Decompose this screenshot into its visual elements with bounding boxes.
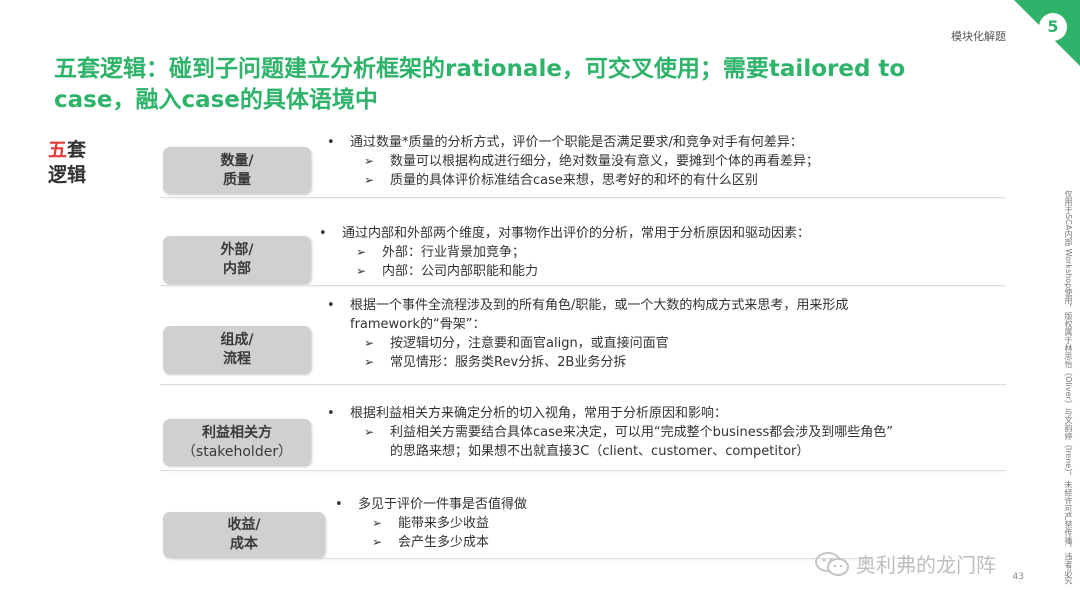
- sub-item: ➢ 按逻辑切分，注意要和面官align，或直接问面官: [322, 334, 848, 353]
- sub-text: 内部：公司内部职能和能力: [382, 264, 539, 279]
- sub-item: ➢ 质量的具体评价标准结合case来想，思考好的和坏的有什么区别: [322, 171, 819, 190]
- label-line: （stakeholder）: [181, 443, 293, 460]
- sub-text: 利益相关方需要结合具体case来决定，可以用“完成整个business都会涉及到…: [390, 425, 894, 440]
- label-box-external-internal: 外部/ 内部: [163, 236, 311, 284]
- bullet-item: • 通过内部和外部两个维度，对事物作出评价的分析，常用于分析原因和驱动因素：: [314, 224, 810, 243]
- sub-item: ➢ 内部：公司内部职能和能力: [314, 262, 810, 281]
- divider-rule: [160, 470, 1006, 471]
- slide-title: 五套逻辑：碰到子问题建立分析框架的rationale，可交叉使用；需要tailo…: [54, 54, 1034, 116]
- divider-rule: [172, 558, 872, 559]
- divider-rule: [160, 384, 1006, 385]
- bullet-text: 根据利益相关方来确定分析的切入视角，常用于分析原因和影响：: [350, 406, 728, 421]
- label-box-stakeholder: 利益相关方 （stakeholder）: [163, 419, 311, 466]
- bullet-dot-icon: •: [327, 135, 335, 150]
- bullet-dot-icon: •: [327, 298, 335, 313]
- sub-text: 按逻辑切分，注意要和面官align，或直接问面官: [390, 336, 669, 351]
- arrow-bullet-icon: ➢: [356, 264, 367, 278]
- bullet-item: • 根据一个事件全流程涉及到的所有角色/职能，或一个大数的构成方式来思考，用来形成: [322, 296, 848, 315]
- arrow-bullet-icon: ➢: [372, 535, 383, 549]
- sub-text: 数量可以根据构成进行细分，绝对数量没有意义，要摊到个体的再看差异；: [390, 154, 820, 169]
- arrow-bullet-icon: ➢: [364, 336, 375, 350]
- title-line-1: 五套逻辑：碰到子问题建立分析框架的rationale，可交叉使用；需要tailo…: [54, 56, 906, 82]
- section-external-internal-text: • 通过内部和外部两个维度，对事物作出评价的分析，常用于分析原因和驱动因素： ➢ 外…: [314, 224, 810, 281]
- label-box-quantity-quality: 数量/ 质量: [163, 147, 311, 194]
- arrow-bullet-icon: ➢: [364, 154, 375, 168]
- side-title-line2: 逻辑: [48, 164, 87, 186]
- label-line: 成本: [230, 536, 258, 552]
- section-composition-process-text: • 根据一个事件全流程涉及到的所有角色/职能，或一个大数的构成方式来思考，用来形成…: [322, 296, 848, 372]
- sub-text: 常见情形：服务类Rev分拆、2B业务分拆: [390, 355, 627, 370]
- title-line-2: case，融入case的具体语境中: [54, 87, 378, 113]
- sub-item: ➢ 利益相关方需要结合具体case来决定，可以用“完成整个business都会涉及…: [322, 423, 893, 442]
- bullet-text: 根据一个事件全流程涉及到的所有角色/职能，或一个大数的构成方式来思考，用来形成: [350, 298, 849, 313]
- sub-item: ➢ 外部：行业背景加竞争；: [314, 243, 810, 262]
- label-box-benefit-cost: 收益/ 成本: [163, 512, 325, 558]
- label-line: 外部/: [220, 242, 254, 258]
- label-line: 质量: [223, 171, 251, 188]
- slide-number: 43: [1012, 572, 1024, 582]
- bullet-text: 通过数量*质量的分析方式，评价一个职能是否满足要求/和竞争对手有何差异：: [350, 135, 803, 150]
- label-line: 数量/: [220, 152, 254, 169]
- sub-text: 能带来多少收益: [398, 516, 490, 531]
- arrow-bullet-icon: ➢: [372, 516, 383, 530]
- copyright-note: 仅用于SCA内部 Workshop使用，版权属于林思怡（Oliver）与文韵婷（…: [1064, 190, 1073, 585]
- bullet-dot-icon: •: [319, 226, 327, 241]
- bullet-text: 通过内部和外部两个维度，对事物作出评价的分析，常用于分析原因和驱动因素：: [342, 226, 811, 241]
- label-line: 组成/: [220, 332, 254, 348]
- sub-item: ➢ 数量可以根据构成进行细分，绝对数量没有意义，要摊到个体的再看差异；: [322, 152, 819, 171]
- bullet-item: • 通过数量*质量的分析方式，评价一个职能是否满足要求/和竞争对手有何差异：: [322, 133, 819, 152]
- section-label: 模块化解题: [951, 30, 1006, 43]
- bullet-item: • 根据利益相关方来确定分析的切入视角，常用于分析原因和影响：: [322, 404, 893, 423]
- watermark-text: 奥利弗的龙门阵: [856, 553, 996, 577]
- arrow-bullet-icon: ➢: [364, 173, 375, 187]
- label-box-composition-process: 组成/ 流程: [163, 326, 311, 374]
- side-title-rest: 套: [67, 139, 87, 161]
- label-line: 内部: [223, 261, 251, 277]
- sub-item: ➢ 常见情形：服务类Rev分拆、2B业务分拆: [322, 353, 848, 372]
- bullet-dot-icon: •: [335, 497, 343, 512]
- label-line: 收益/: [227, 517, 261, 533]
- section-stakeholder-text: • 根据利益相关方来确定分析的切入视角，常用于分析原因和影响： ➢ 利益相关方需要结…: [322, 404, 893, 461]
- sub-text: 质量的具体评价标准结合case来想，思考好的和坏的有什么区别: [390, 173, 758, 188]
- section-quantity-quality-text: • 通过数量*质量的分析方式，评价一个职能是否满足要求/和竞争对手有何差异： ➢ 数…: [322, 133, 819, 190]
- arrow-bullet-icon: ➢: [364, 355, 375, 369]
- watermark: 奥利弗的龙门阵: [814, 549, 996, 578]
- sub-continuation: 的思路来想；如果想不出就直接3C（client、customer、competi…: [390, 444, 810, 459]
- sub-item: ➢ 会产生多少成本: [330, 533, 527, 552]
- divider-rule: [160, 285, 1006, 286]
- sub-text: 外部：行业背景加竞争；: [382, 245, 526, 260]
- label-line: 流程: [223, 351, 251, 367]
- arrow-bullet-icon: ➢: [364, 425, 375, 439]
- arrow-bullet-icon: ➢: [356, 245, 367, 259]
- sub-text: 会产生多少成本: [398, 535, 490, 550]
- bullet-continuation: framework的“骨架”：: [350, 317, 486, 332]
- label-line: 利益相关方: [202, 424, 272, 441]
- side-title: 五套 逻辑: [48, 138, 86, 188]
- section-benefit-cost-text: • 多见于评价一件事是否值得做 ➢ 能带来多少收益 ➢ 会产生多少成本: [330, 495, 527, 552]
- bullet-text: 多见于评价一件事是否值得做: [358, 497, 528, 512]
- page-badge: 5: [1039, 13, 1067, 41]
- bullet-dot-icon: •: [327, 406, 335, 421]
- wechat-icon: [815, 551, 849, 576]
- sub-item: ➢ 能带来多少收益: [330, 514, 527, 533]
- side-title-highlight: 五: [48, 139, 68, 161]
- divider-rule: [160, 197, 1006, 198]
- bullet-item: • 多见于评价一件事是否值得做: [330, 495, 527, 514]
